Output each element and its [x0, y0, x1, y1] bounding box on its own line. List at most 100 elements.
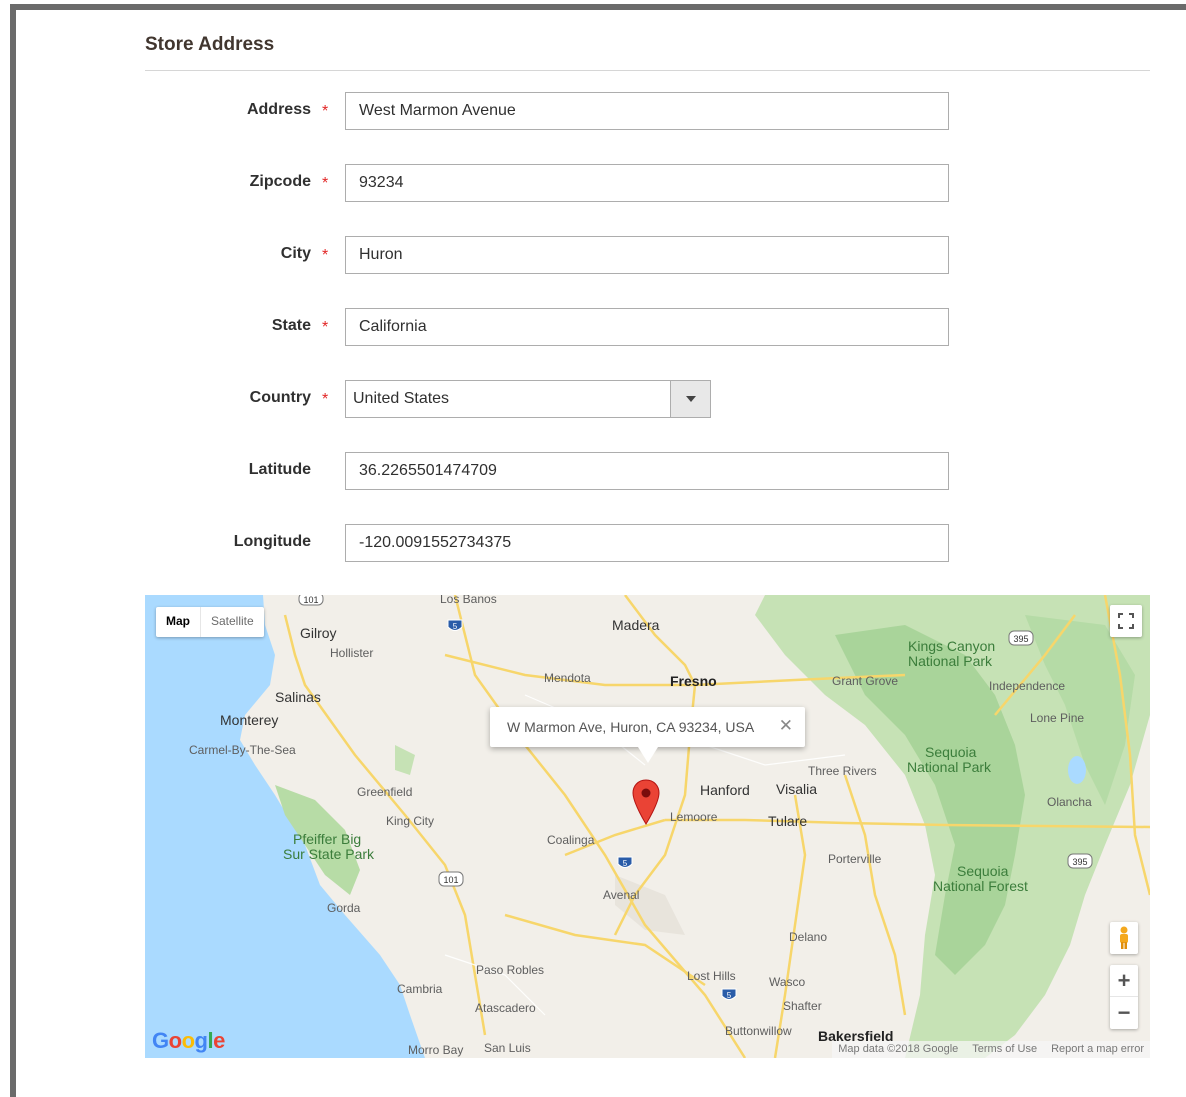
report-map-error-link[interactable]: Report a map error: [1051, 1043, 1144, 1056]
map-label: Visalia: [776, 781, 817, 797]
field-zipcode: Zipcode *: [145, 164, 955, 204]
shield-label: 5: [727, 991, 732, 1000]
field-city: City *: [145, 236, 955, 276]
map-label: Avenal: [603, 888, 640, 902]
longitude-input[interactable]: [345, 524, 949, 562]
map-label: Mendota: [544, 671, 591, 685]
zoom-in-button[interactable]: +: [1110, 965, 1138, 997]
close-icon[interactable]: ✕: [779, 716, 793, 736]
zipcode-input[interactable]: [345, 164, 949, 202]
fullscreen-button[interactable]: [1110, 605, 1142, 637]
chevron-down-icon[interactable]: [670, 381, 710, 417]
map-label: Lone Pine: [1030, 711, 1085, 725]
latitude-input[interactable]: [345, 452, 949, 490]
map-label: Lost Hills: [687, 969, 736, 983]
map-label: Three Rivers: [808, 764, 877, 778]
map-label: National Forest: [933, 878, 1028, 894]
section-divider: [145, 70, 1150, 71]
map-label: Cambria: [397, 982, 443, 996]
field-state: State *: [145, 308, 955, 348]
map-label: Buttonwillow: [725, 1024, 792, 1038]
map-label: Madera: [612, 617, 660, 633]
interstate-shield-icon: 5: [721, 988, 737, 1000]
map-data-credit: Map data ©2018 Google: [838, 1043, 959, 1055]
map-label: Hanford: [700, 782, 750, 798]
shield-label: 5: [453, 622, 458, 631]
map-label: National Park: [908, 653, 993, 669]
field-latitude: Latitude: [145, 452, 955, 492]
fullscreen-icon: [1118, 613, 1134, 629]
city-input[interactable]: [345, 236, 949, 274]
section-title: Store Address: [145, 34, 275, 55]
country-select-value: United States: [353, 390, 450, 407]
address-label: Address: [246, 101, 311, 118]
state-input[interactable]: [345, 308, 949, 346]
shield-label: 101: [303, 595, 318, 605]
map-label: Gorda: [327, 901, 361, 915]
logo-letter: e: [213, 1028, 225, 1053]
map-label: Lemoore: [670, 810, 718, 824]
map-label: Sequoia: [957, 863, 1009, 879]
logo-letter: o: [168, 1028, 182, 1053]
map-terrain: [145, 595, 1150, 1058]
shield-label: 5: [623, 859, 628, 868]
field-longitude: Longitude: [145, 524, 955, 564]
pegman-icon: [1120, 926, 1128, 949]
shield-label: 395: [1013, 634, 1028, 644]
window-left-border: [10, 4, 16, 1097]
logo-letter: o: [181, 1028, 195, 1053]
zoom-control: + −: [1110, 965, 1138, 1029]
terms-of-use-link[interactable]: Terms of Use: [972, 1043, 1037, 1056]
city-label: City: [280, 245, 311, 262]
map-label: Wasco: [769, 975, 806, 989]
map-label: Coalinga: [547, 833, 595, 847]
map-label: Tulare: [768, 813, 808, 829]
google-map[interactable]: Los Banos Gilroy Hollister Salinas Monte…: [145, 595, 1150, 1058]
map-label: Porterville: [828, 852, 882, 866]
google-logo[interactable]: Google: [152, 1028, 225, 1054]
map-info-window: W Marmon Ave, Huron, CA 93234, USA ✕: [490, 707, 805, 763]
highway-shield-icon: 101: [438, 871, 464, 887]
zoom-out-button[interactable]: −: [1110, 997, 1138, 1029]
map-label: Sequoia: [925, 744, 977, 760]
street-view-pegman[interactable]: [1110, 922, 1138, 954]
map-label: Kings Canyon: [908, 638, 996, 654]
map-type-satellite-button[interactable]: Satellite: [200, 607, 264, 637]
map-label: National Park: [907, 759, 992, 775]
map-label: Independence: [989, 679, 1066, 693]
required-marker: *: [322, 391, 329, 408]
required-marker: *: [322, 175, 329, 192]
map-attribution: Map data ©2018 Google Terms of Use Repor…: [832, 1041, 1150, 1058]
shield-label: 395: [1072, 857, 1087, 867]
required-marker: *: [322, 103, 329, 120]
map-label: San Luis: [484, 1041, 531, 1055]
country-label: Country: [249, 389, 311, 406]
shield-label: 101: [443, 875, 458, 885]
map-label: Paso Robles: [476, 963, 545, 977]
map-label: Morro Bay: [408, 1043, 464, 1057]
interstate-shield-icon: 5: [447, 619, 463, 631]
field-address: Address *: [145, 92, 955, 132]
map-label: Hollister: [330, 646, 374, 660]
map-type-map-button[interactable]: Map: [156, 607, 200, 637]
map-marker-icon[interactable]: [631, 778, 661, 826]
field-country: Country * United States: [145, 380, 955, 420]
address-input[interactable]: [345, 92, 949, 130]
info-window-address: W Marmon Ave, Huron, CA 93234, USA: [507, 719, 755, 735]
latitude-label: Latitude: [248, 461, 311, 478]
highway-shield-icon: 101: [298, 595, 324, 606]
required-marker: *: [322, 319, 329, 336]
map-label: Los Banos: [440, 595, 497, 606]
map-label: Greenfield: [357, 785, 413, 799]
highway-shield-icon: 395: [1067, 853, 1093, 869]
map-label: Shafter: [783, 999, 822, 1013]
map-label: Monterey: [220, 712, 279, 728]
logo-letter: G: [152, 1028, 169, 1053]
country-select[interactable]: United States: [345, 380, 711, 418]
map-label: Olancha: [1047, 795, 1092, 809]
map-label: Carmel-By-The-Sea: [189, 743, 296, 757]
logo-letter: g: [194, 1028, 208, 1053]
map-label: King City: [386, 814, 435, 828]
map-label: Gilroy: [300, 625, 337, 641]
state-label: State: [271, 317, 311, 334]
